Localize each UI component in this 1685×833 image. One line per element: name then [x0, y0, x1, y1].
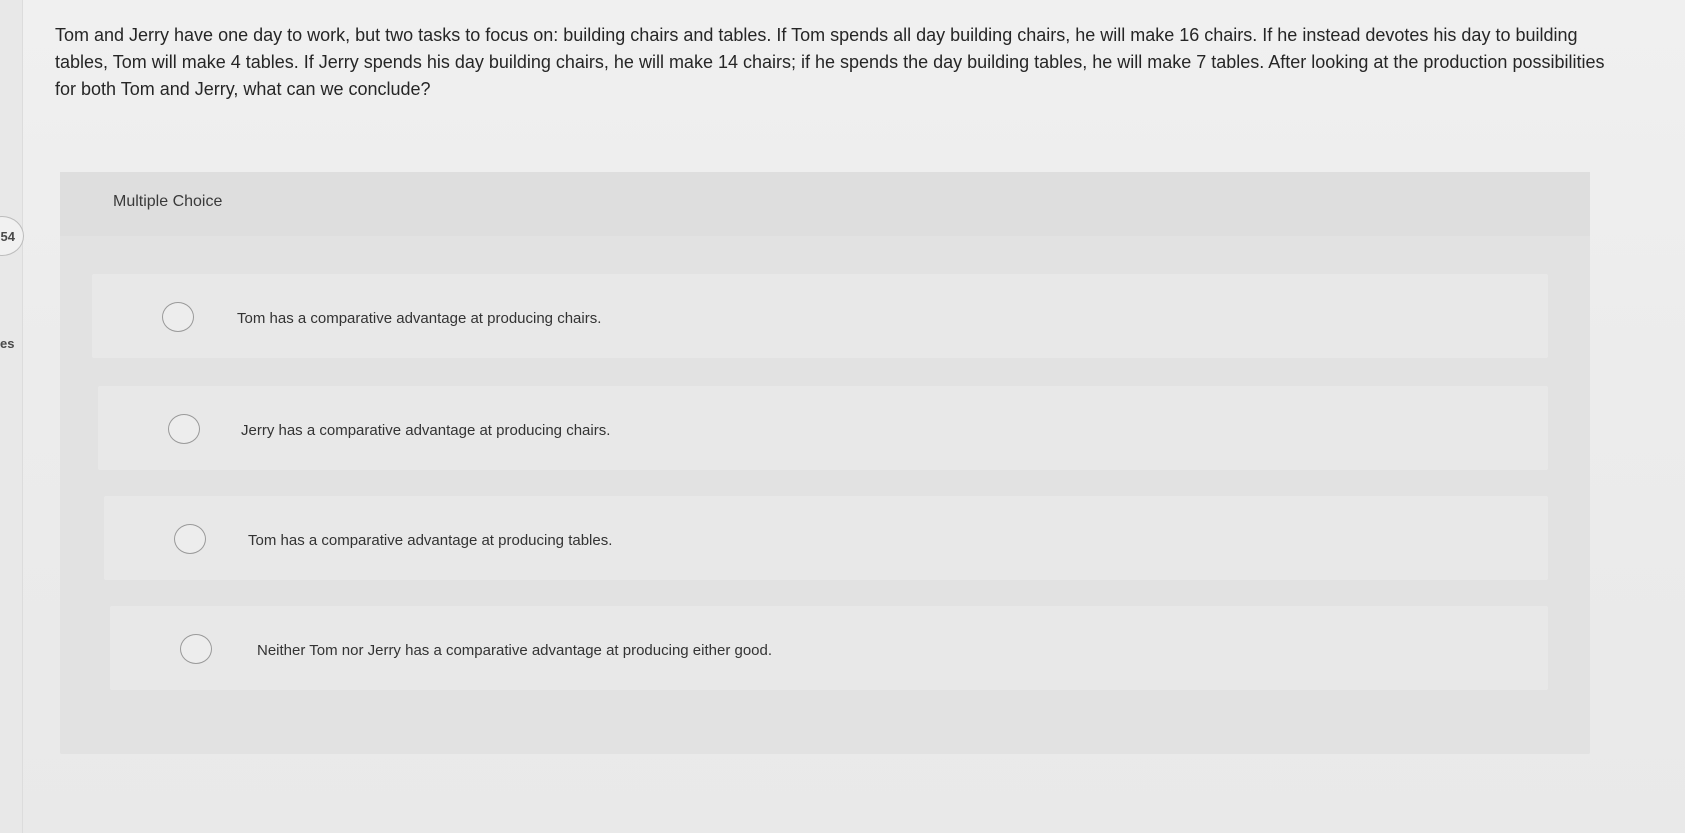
multiple-choice-panel: Multiple Choice Tom has a comparative ad…: [60, 172, 1590, 754]
question-number-badge[interactable]: 54: [0, 216, 24, 256]
answer-option-2[interactable]: Jerry has a comparative advantage at pro…: [98, 386, 1548, 470]
answer-option-1[interactable]: Tom has a comparative advantage at produ…: [92, 274, 1548, 358]
sidebar-partial-label: es: [0, 336, 15, 351]
question-text: Tom and Jerry have one day to work, but …: [55, 25, 1605, 99]
question-page: 54 es Tom and Jerry have one day to work…: [0, 0, 1685, 833]
radio-button-icon[interactable]: [162, 302, 194, 332]
answer-option-4[interactable]: Neither Tom nor Jerry has a comparative …: [110, 606, 1548, 690]
answer-option-3[interactable]: Tom has a comparative advantage at produ…: [104, 496, 1548, 580]
answer-options: Tom has a comparative advantage at produ…: [60, 172, 1590, 754]
answer-option-label: Tom has a comparative advantage at produ…: [237, 310, 602, 327]
answer-option-label: Neither Tom nor Jerry has a comparative …: [257, 642, 773, 659]
radio-button-icon[interactable]: [180, 634, 212, 664]
left-sidebar: 54 es: [0, 0, 24, 833]
radio-button-icon[interactable]: [174, 524, 206, 554]
question-number: 54: [0, 228, 15, 244]
radio-button-icon[interactable]: [168, 414, 200, 444]
answer-option-label: Jerry has a comparative advantage at pro…: [241, 422, 611, 439]
answer-option-label: Tom has a comparative advantage at produ…: [248, 532, 613, 549]
